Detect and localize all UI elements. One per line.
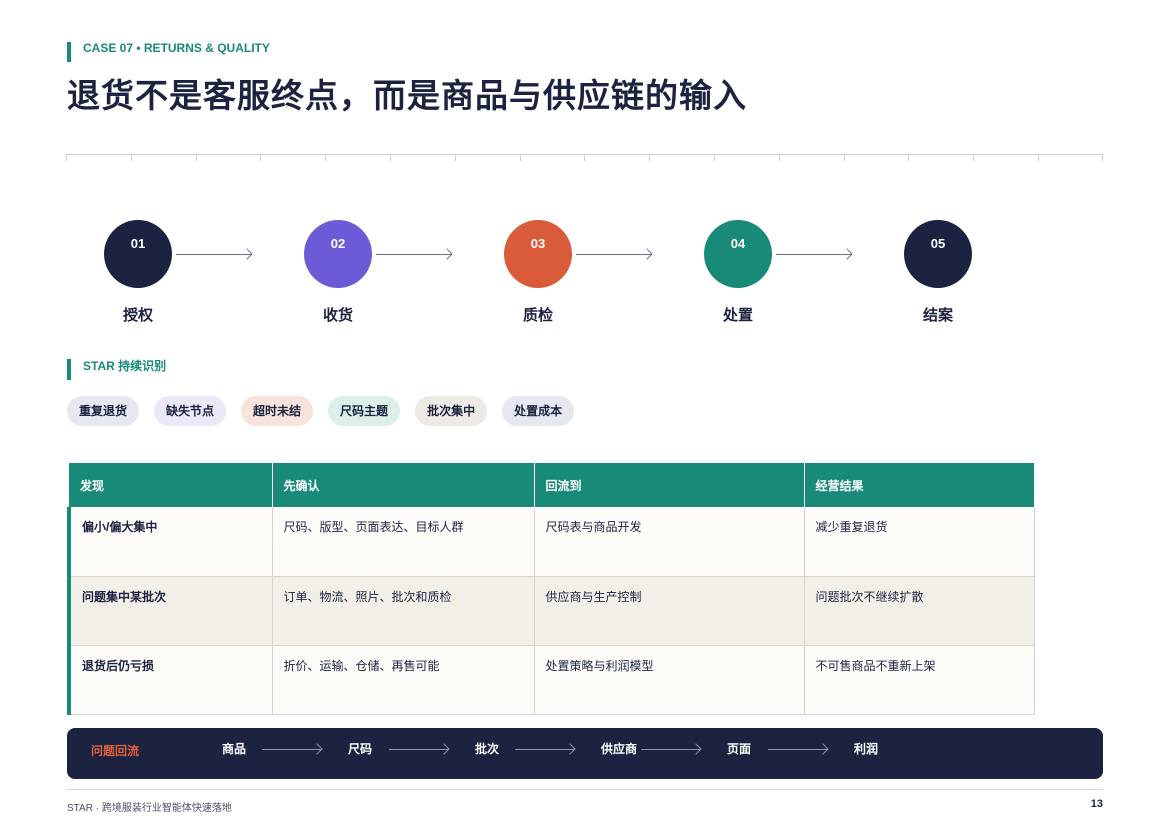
table-cell: 问题批次不继续扩散 [804,576,1035,646]
timeline-ruler [66,154,1103,161]
step-2: 02 收货 [304,220,372,325]
step-1-label: 授权 [122,307,153,324]
column-header: 经营结果 [804,463,1035,507]
arrow-icon [776,254,852,255]
chip-overdue: 超时未结 [241,396,314,426]
chip-batch-cluster: 批次集中 [415,396,488,426]
step-2-label: 收货 [322,307,353,324]
table-cell: 偏小/偏大集中 [67,507,273,577]
step-2-circle: 02 [304,220,372,288]
arrow-icon [376,254,452,255]
step-4-label: 处置 [722,307,753,324]
column-header: 回流到 [534,463,805,507]
step-5-circle: 05 [904,220,972,288]
table-cell: 折价、运输、仓储、再售可能 [272,645,535,715]
table-cell: 不可售商品不重新上架 [804,645,1035,715]
step-3-label: 质检 [522,307,553,324]
footer-caption: STAR · 跨境服装行业智能体快速落地 [67,803,232,814]
flow-item: 供应商 [601,742,638,756]
chip-missing-node: 缺失节点 [154,396,227,426]
table-header-row: 发现 先确认 回流到 经营结果 [69,463,1035,507]
step-4: 04 处置 [704,220,772,325]
step-1: 01 授权 [104,220,172,325]
page-title: 退货不是客服终点，而是商品与供应链的输入 [67,76,747,115]
arrow-icon [515,749,575,750]
arrow-icon [576,254,652,255]
step-3: 03 质检 [504,220,572,325]
table-cell: 供应商与生产控制 [534,576,805,646]
step-1-circle: 01 [104,220,172,288]
page-number: 13 [1090,798,1103,810]
table-row: 退货后仍亏损 折价、运输、仓储、再售可能 处置策略与利润模型 不可售商品不重新上… [67,645,1035,715]
findings-table: 发现 先确认 回流到 经营结果 偏小/偏大集中 尺码、版型、页面表达、目标人群 … [67,463,1035,715]
step-4-circle: 04 [704,220,772,288]
arrow-icon [641,749,701,750]
case-kicker: CASE 07 • RETURNS & QUALITY [67,41,270,62]
process-steps: 01 授权 02 收货 03 质检 04 处置 05 结案 [0,220,1170,330]
flow-item: 商品 [222,742,247,756]
arrow-icon [768,749,828,750]
chip-repeat-returns: 重复退货 [67,396,140,426]
tag-chips: 重复退货 缺失节点 超时未结 尺码主题 批次集中 处置成本 [67,396,575,426]
flow-item: 页面 [727,742,752,756]
table-row: 偏小/偏大集中 尺码、版型、页面表达、目标人群 尺码表与商品开发 减少重复退货 [67,507,1035,577]
flow-item: 尺码 [348,742,373,756]
table-cell: 减少重复退货 [804,507,1035,577]
chip-size-theme: 尺码主题 [328,396,401,426]
arrow-icon [262,749,322,750]
step-5-label: 结案 [922,307,953,324]
table-cell: 尺码表与商品开发 [534,507,805,577]
column-header: 发现 [69,463,273,507]
table-cell: 处置策略与利润模型 [534,645,805,715]
table-cell: 问题集中某批次 [67,576,273,646]
flow-item: 批次 [475,742,500,756]
arrow-icon [389,749,449,750]
table-cell: 订单、物流、照片、批次和质检 [272,576,535,646]
flow-label: 问题回流 [91,744,140,758]
flow-item: 利润 [854,742,879,756]
arrow-icon [176,254,252,255]
case-kicker-text: CASE 07 • RETURNS & QUALITY [83,41,270,55]
column-header: 先确认 [272,463,535,507]
footer-divider [66,789,1103,790]
table-cell: 退货后仍亏损 [67,645,273,715]
table-row: 问题集中某批次 订单、物流、照片、批次和质检 供应商与生产控制 问题批次不继续扩… [67,576,1035,646]
feedback-flow-bar: 问题回流 商品 尺码 批次 供应商 页面 利润 [67,728,1103,779]
step-3-circle: 03 [504,220,572,288]
step-5: 05 结案 [904,220,972,325]
section-title: STAR 持续识别 [67,359,166,380]
chip-disposal-cost: 处置成本 [502,396,575,426]
table-cell: 尺码、版型、页面表达、目标人群 [272,507,535,577]
